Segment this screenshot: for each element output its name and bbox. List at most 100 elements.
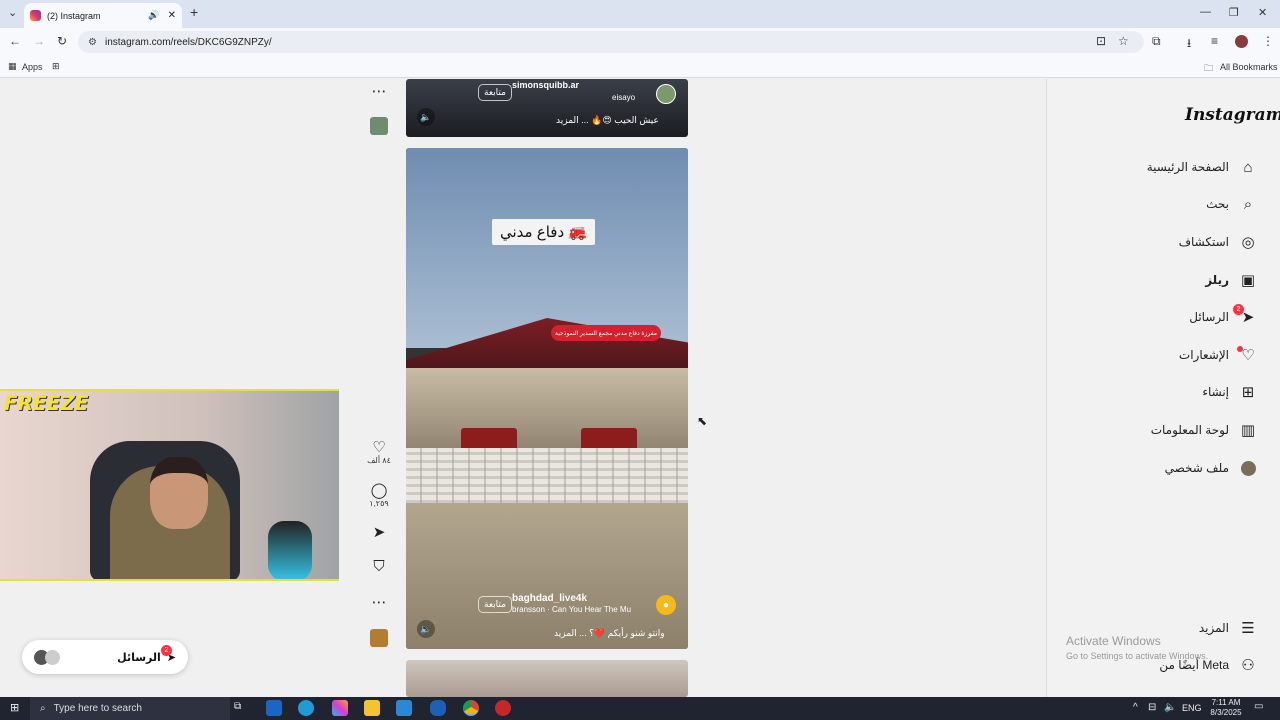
forward-icon[interactable]: → (33, 34, 45, 48)
reel-scene-sign: مفرزة دفاع مدني مجمع السدير النموذجية (551, 325, 661, 341)
audio-thumbnail[interactable] (370, 117, 388, 135)
downloads-icon[interactable]: ⭳ (1187, 34, 1191, 55)
nav-reels[interactable]: ريلز ▣ (1087, 271, 1257, 289)
comment-button[interactable]: ◯ ١,٢٥٩ (366, 481, 392, 508)
nav-profile[interactable]: ملف شخصي (1087, 459, 1257, 477)
edge-icon[interactable] (298, 700, 314, 716)
reel-username[interactable]: baghdad_live4k (512, 593, 587, 604)
save-button[interactable]: ⛉ (366, 558, 392, 575)
folder-icon: 🗀 (1204, 63, 1214, 73)
location-pin-icon[interactable]: ● (656, 595, 676, 615)
instagram-logo[interactable]: Instagram (1185, 105, 1280, 125)
media-controls-icon[interactable]: ≡ (1211, 34, 1218, 48)
copilot-icon[interactable] (332, 700, 348, 716)
streamer-head (150, 457, 208, 529)
like-button[interactable]: ♡ ٨٤ ألف (366, 438, 392, 465)
dashboard-icon: ▥ (1240, 422, 1256, 439)
nav-create[interactable]: إنشاء ⊞ (1087, 383, 1257, 401)
follow-button[interactable]: متابعة (478, 84, 512, 101)
nav-messages[interactable]: الرسائل ➤ 2 (1087, 304, 1257, 326)
chrome-taskbar-icon[interactable] (463, 700, 479, 716)
messages-badge: 2 (1233, 304, 1244, 315)
minimize-icon[interactable]: — (1200, 6, 1211, 18)
nav-dashboard[interactable]: لوحة المعلومات ▥ (1087, 421, 1257, 439)
reel-audio-track[interactable]: bransson · Can You Hear The Mu (512, 605, 631, 614)
windows-start-icon[interactable]: ⊞ (10, 701, 19, 714)
nav-dashboard-label: لوحة المعلومات (1150, 423, 1229, 437)
url-text: instagram.com/reels/DKC6G9ZNPZy/ (104, 36, 272, 48)
reel-username[interactable]: simonsquibb.ar (512, 80, 579, 90)
messages-pill-label: الرسائل (117, 651, 161, 664)
network-icon[interactable]: ⊟ (1148, 702, 1156, 713)
file-explorer-icon[interactable] (364, 700, 380, 716)
avatar-icon (1239, 459, 1257, 477)
reel-caption[interactable]: عيش الحيب 😍🔥 ... المزيد (556, 115, 659, 126)
nav-notifications[interactable]: الإشعارات ♡ (1087, 346, 1257, 364)
messages-avatars (34, 649, 60, 665)
more-options-icon[interactable]: ⋯ (366, 82, 392, 100)
clock-time: 7:11 AM (1211, 698, 1241, 707)
reel-overlay-text: دفاع مدني 🚒 (492, 219, 595, 245)
chrome-menu-icon[interactable]: ⋮ (1262, 34, 1274, 48)
audio-thumbnail[interactable] (370, 629, 388, 647)
tab-search-chevron-icon[interactable]: ⌄ (8, 6, 17, 19)
task-view-icon[interactable]: ⧉ (234, 701, 241, 712)
close-tab-icon[interactable]: ✕ (168, 10, 176, 21)
recording-app-icon[interactable] (495, 700, 511, 716)
menu-icon: ☰ (1241, 620, 1255, 637)
nav-explore[interactable]: استكشاف ◎ (1087, 233, 1257, 251)
tab-groups-icon[interactable]: ⊞ (52, 61, 60, 72)
reel-next[interactable] (406, 660, 688, 697)
apps-link[interactable]: Apps (22, 62, 43, 72)
reel-previous[interactable]: simonsquibb.ar متابعة eisayo عيش الحيب 😍… (406, 79, 688, 137)
tray-chevron-icon[interactable]: ^ (1133, 702, 1138, 713)
instagram-sidebar: Instagram الصفحة الرئيسية ⌂ بحث ⌕ استكشا… (1046, 79, 1280, 697)
new-tab-button[interactable]: + (190, 4, 198, 20)
volume-icon[interactable]: 🔈 (1164, 702, 1176, 713)
nav-search-label: بحث (1206, 197, 1229, 211)
messages-pill[interactable]: الرسائل ➤ 2 (22, 640, 188, 674)
instagram-favicon-icon (30, 10, 41, 21)
extensions-icon[interactable]: ⧉ (1152, 34, 1161, 49)
more-options-icon[interactable]: ⋯ (366, 593, 392, 611)
profile-avatar-icon[interactable] (1235, 35, 1248, 48)
nav-home[interactable]: الصفحة الرئيسية ⌂ (1087, 158, 1257, 176)
comment-icon: ◯ (370, 482, 388, 499)
back-icon[interactable]: ← (9, 34, 21, 48)
browser-tab[interactable]: (2) Instagram 🔊 ✕ (24, 3, 182, 28)
store-icon[interactable] (396, 700, 412, 716)
mute-icon[interactable]: 🔈 (417, 620, 435, 638)
notifications-center-icon[interactable]: ▭ (1254, 701, 1263, 712)
share-button[interactable]: ➤ (366, 523, 392, 541)
reel-avatar[interactable] (656, 84, 676, 104)
address-bar[interactable]: ⚙ instagram.com/reels/DKC6G9ZNPZy/ (78, 31, 1144, 53)
reel-collab[interactable]: eisayo (612, 93, 635, 102)
site-info-icon[interactable]: ⚙ (88, 37, 97, 48)
nav-profile-label: ملف شخصي (1164, 461, 1229, 475)
reload-icon[interactable]: ↻ (57, 34, 67, 48)
close-window-icon[interactable]: ✕ (1258, 6, 1267, 19)
language-indicator[interactable]: ENG (1182, 703, 1202, 713)
activate-windows-watermark: Activate Windows Go to Settings to activ… (1066, 634, 1208, 661)
bookmark-star-icon[interactable]: ☆ (1118, 34, 1129, 48)
reel-caption[interactable]: وانتو شنو رأيكم ❤️؟ ... المزيد (554, 628, 665, 639)
nav-explore-label: استكشاف (1178, 235, 1229, 249)
plus-icon: ⊞ (1241, 384, 1255, 401)
like-count: ٨٤ ألف (367, 456, 391, 465)
follow-button[interactable]: متابعة (478, 596, 512, 613)
taskbar-search[interactable]: ⌕ Type here to search (30, 697, 230, 720)
install-app-icon[interactable]: ⊡ (1096, 34, 1106, 48)
apps-grid-icon[interactable]: ▦ (8, 61, 17, 72)
clock[interactable]: 7:11 AM 8/3/2025 (1206, 698, 1246, 718)
restore-icon[interactable]: ❐ (1229, 6, 1239, 19)
nav-search[interactable]: بحث ⌕ (1087, 195, 1257, 213)
defender-icon[interactable] (430, 700, 446, 716)
reel-current[interactable]: مفرزة دفاع مدني مجمع السدير النموذجية دف… (406, 148, 688, 649)
mute-icon[interactable]: 🔈 (417, 108, 435, 126)
all-bookmarks-link[interactable]: All Bookmarks (1220, 62, 1278, 72)
meta-apps-icon: ⚇ (1241, 657, 1255, 674)
audio-playing-icon[interactable]: 🔊 (148, 10, 159, 21)
nav-create-label: إنشاء (1202, 385, 1229, 399)
outlook-icon[interactable] (266, 700, 282, 716)
send-icon: ➤ 2 (160, 644, 176, 664)
